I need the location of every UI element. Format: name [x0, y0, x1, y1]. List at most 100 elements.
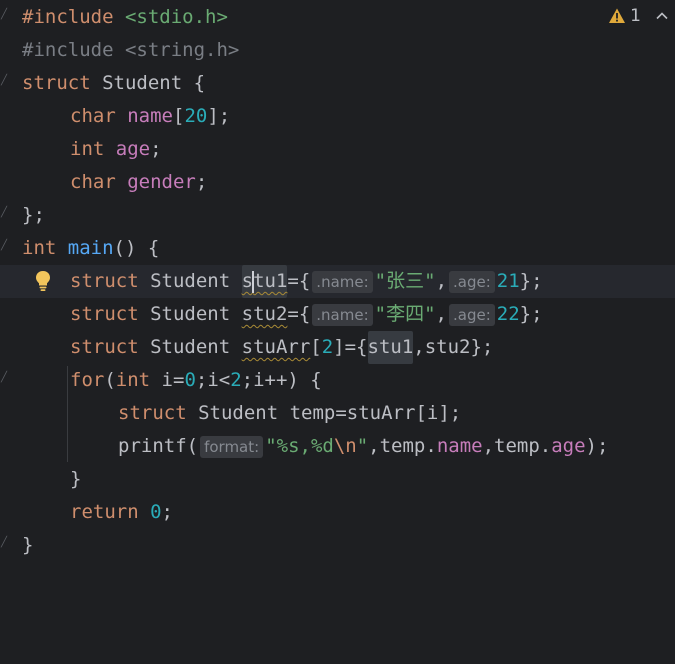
- keyword: struct: [118, 402, 187, 424]
- code-text: () {: [113, 237, 160, 259]
- function-call: printf(: [118, 435, 199, 457]
- code-text: i=: [150, 369, 185, 391]
- type-name: Student: [198, 402, 279, 424]
- code-line-4[interactable]: char name[20];: [22, 100, 230, 133]
- inlay-hint: format:: [200, 435, 264, 458]
- code-line-1[interactable]: #include <stdio.h>: [22, 1, 228, 34]
- inlay-hint: .age:: [449, 270, 495, 293]
- code-text: ;: [195, 171, 208, 193]
- string-literal: "张三": [374, 270, 436, 292]
- inspection-widget[interactable]: 1: [608, 6, 669, 26]
- type-name: Student: [150, 303, 231, 325]
- keyword: struct: [70, 303, 139, 325]
- code-line-7[interactable]: };: [22, 199, 45, 232]
- keyword: struct: [70, 336, 139, 358]
- number-literal: 0: [150, 501, 162, 523]
- preprocessor-directive: #include: [22, 6, 114, 28]
- variable-name: stu2: [241, 303, 288, 325]
- code-line-14[interactable]: printf(format: "%s,%d \n " ,temp. name ,temp. a…: [22, 430, 608, 463]
- keyword: char: [70, 171, 116, 193]
- code-line-6[interactable]: char gender;: [22, 166, 207, 199]
- inlay-hint: .name:: [312, 303, 373, 326]
- code-text: (: [104, 369, 116, 391]
- code-line-2[interactable]: #include <string.h>: [22, 34, 239, 67]
- variable-name: stu1: [241, 265, 288, 298]
- fold-marker[interactable]: ╱: [1, 76, 9, 86]
- keyword: int: [22, 237, 57, 259]
- code-line-12[interactable]: for(int i= 0 ;i< 2 ;i++) {: [22, 364, 322, 397]
- code-text: ,temp.: [482, 435, 552, 457]
- code-text: temp=stuArr[i];: [278, 402, 462, 424]
- fold-marker[interactable]: ╱: [1, 10, 9, 20]
- keyword: int: [115, 369, 151, 391]
- code-line-3[interactable]: struct Student {: [22, 67, 205, 100]
- preprocessor-directive: #include: [22, 39, 114, 61]
- code-text: ,temp.: [368, 435, 437, 457]
- keyword: struct: [70, 270, 139, 292]
- code-text: ];: [207, 105, 231, 127]
- field-name: gender: [127, 171, 196, 193]
- code-text: ,: [435, 303, 447, 325]
- gutter: ╱ ╱ ╱ ╱ ╱ ╱: [0, 0, 20, 664]
- field-name: age: [115, 138, 151, 160]
- fold-marker[interactable]: ╱: [1, 241, 9, 251]
- code-line-10[interactable]: struct Student stu2 ={.name: "李四", .age: 22}…: [22, 298, 543, 331]
- keyword: int: [70, 138, 105, 160]
- code-text: ,: [435, 270, 448, 292]
- code-text: [: [172, 105, 185, 127]
- code-text: [: [310, 336, 322, 358]
- keyword: char: [70, 105, 116, 127]
- number-literal: 22: [496, 303, 520, 325]
- type-name: Student: [102, 72, 183, 94]
- code-line-17[interactable]: }: [22, 529, 33, 562]
- function-name: main: [67, 237, 114, 259]
- variable-reference: stu1: [367, 331, 414, 364]
- string-literal: "%s,%d: [265, 435, 334, 457]
- warning-icon: [609, 8, 626, 23]
- field-name: name: [436, 435, 483, 457]
- code-text: }: [70, 468, 82, 490]
- string-literal: "李四": [374, 303, 436, 325]
- code-line-11[interactable]: struct Student stuArr[2]={stu1, stu2};: [22, 331, 493, 364]
- code-text: ={: [287, 270, 311, 292]
- number-literal: 2: [321, 336, 334, 358]
- chevron-up-icon[interactable]: [655, 9, 669, 23]
- code-text: }: [22, 534, 34, 556]
- code-line-13[interactable]: struct Student temp=stuArr[i];: [22, 397, 461, 430]
- inlay-hint: .name:: [312, 270, 373, 293]
- code-text: };: [470, 336, 494, 358]
- keyword: for: [70, 369, 105, 391]
- warning-count: 1: [630, 6, 641, 26]
- code-text: };: [519, 270, 543, 292]
- code-line-15[interactable]: }: [22, 463, 81, 496]
- variable-reference: stu2: [424, 336, 471, 358]
- field-name: age: [551, 435, 586, 457]
- string-literal: ": [356, 435, 369, 457]
- variable-name: stuArr: [241, 336, 311, 358]
- lightbulb-icon[interactable]: [34, 270, 52, 292]
- code-line-8[interactable]: int main() {: [22, 232, 159, 265]
- code-editor[interactable]: ╱ ╱ ╱ ╱ ╱ ╱ #include <stdio.h> #include …: [0, 0, 675, 664]
- code-line-9[interactable]: struct Student stu1 ={.name: "张三", .age: 21}…: [0, 265, 675, 298]
- code-text: ;: [150, 138, 162, 160]
- fold-marker[interactable]: ╱: [1, 538, 9, 548]
- code-text: );: [585, 435, 609, 457]
- field-name: name: [127, 105, 173, 127]
- include-header: <stdio.h>: [124, 6, 228, 28]
- type-name: Student: [150, 336, 231, 358]
- keyword: return: [70, 501, 139, 523]
- code-text: ={: [287, 303, 311, 325]
- code-line-16[interactable]: return 0;: [22, 496, 173, 529]
- number-literal: 20: [184, 105, 208, 127]
- fold-marker[interactable]: ╱: [1, 208, 9, 218]
- code-text: ,: [413, 336, 425, 358]
- code-text: };: [519, 303, 543, 325]
- fold-marker[interactable]: ╱: [1, 373, 9, 383]
- code-text: ;i<: [195, 369, 231, 391]
- code-line-5[interactable]: int age;: [22, 133, 162, 166]
- code-text: };: [22, 204, 45, 226]
- code-text: ;i++) {: [241, 369, 322, 391]
- number-literal: 21: [496, 270, 520, 292]
- include-header: <string.h>: [124, 39, 240, 61]
- code-text: {: [182, 72, 206, 94]
